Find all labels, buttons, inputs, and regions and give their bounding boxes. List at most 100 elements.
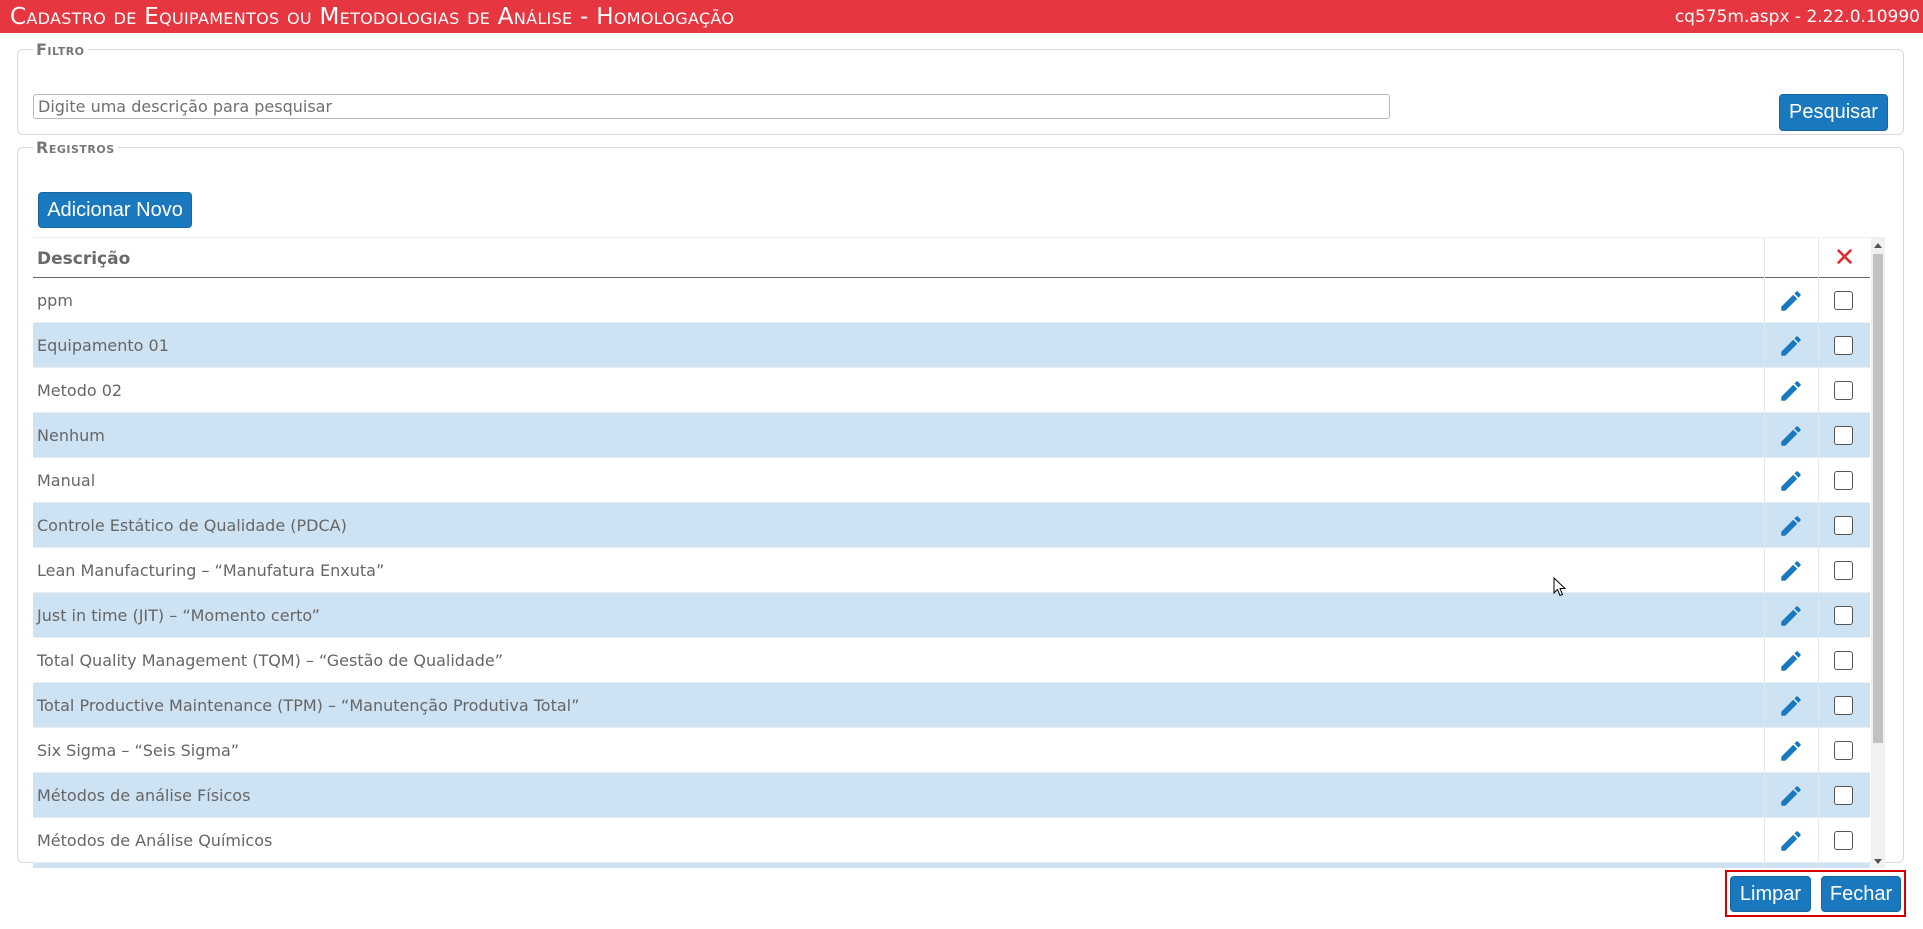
row-select-checkbox[interactable] (1834, 516, 1853, 535)
edit-pencil-icon[interactable] (1778, 693, 1804, 719)
table-row[interactable]: Métodos de análise Físicos (33, 773, 1870, 818)
row-descricao: Metodo 02 (37, 381, 123, 400)
vertical-scrollbar[interactable] (1871, 238, 1885, 868)
column-divider (1818, 863, 1819, 868)
grid-body: ppm Equipamento 01 Metodo 02 Nenhum Manual Co… (33, 278, 1870, 868)
column-divider (1818, 503, 1819, 548)
table-row[interactable]: Nenhum (33, 413, 1870, 458)
table-row[interactable]: Total Productive Maintenance (TPM) – “Ma… (33, 683, 1870, 728)
table-row[interactable]: Métodos de Análise Químicos (33, 818, 1870, 863)
edit-pencil-icon[interactable] (1778, 378, 1804, 404)
grid-header: Descrição ✕ (33, 238, 1870, 278)
table-row[interactable] (33, 863, 1870, 868)
filter-legend: Filtro (36, 40, 85, 59)
row-descricao: Métodos de Análise Químicos (37, 831, 273, 850)
column-divider (1764, 323, 1765, 368)
table-row[interactable]: Six Sigma – “Seis Sigma” (33, 728, 1870, 773)
row-select-checkbox[interactable] (1834, 741, 1853, 760)
edit-pencil-icon[interactable] (1778, 513, 1804, 539)
table-row[interactable]: Just in time (JIT) – “Momento certo” (33, 593, 1870, 638)
scroll-up-arrow-icon[interactable] (1874, 243, 1882, 248)
column-divider (1764, 773, 1765, 818)
records-legend: Registros (36, 138, 115, 157)
column-divider (1818, 548, 1819, 593)
column-header-descricao[interactable]: Descrição (37, 238, 130, 278)
row-select-checkbox[interactable] (1834, 651, 1853, 670)
column-divider (1818, 773, 1819, 818)
table-row[interactable]: Manual (33, 458, 1870, 503)
column-divider (1818, 278, 1819, 323)
column-divider (1764, 548, 1765, 593)
column-divider (1764, 863, 1765, 868)
column-divider (1818, 323, 1819, 368)
edit-pencil-icon[interactable] (1778, 738, 1804, 764)
search-input[interactable] (33, 94, 1390, 119)
filter-section: Filtro Pesquisar (17, 40, 1904, 135)
row-descricao: Lean Manufacturing – “Manufatura Enxuta” (37, 561, 385, 580)
title-bar: Cadastro de Equipamentos ou Metodologias… (0, 0, 1923, 33)
column-divider (1764, 638, 1765, 683)
edit-pencil-icon[interactable] (1778, 468, 1804, 494)
row-select-checkbox[interactable] (1834, 786, 1853, 805)
column-divider (1764, 503, 1765, 548)
table-row[interactable]: ppm (33, 278, 1870, 323)
edit-pencil-icon[interactable] (1778, 423, 1804, 449)
column-divider (1818, 413, 1819, 458)
table-row[interactable]: Metodo 02 (33, 368, 1870, 413)
column-divider (1818, 818, 1819, 863)
row-descricao: Six Sigma – “Seis Sigma” (37, 741, 240, 760)
row-select-checkbox[interactable] (1834, 606, 1853, 625)
edit-pencil-icon[interactable] (1778, 783, 1804, 809)
delete-selected-icon[interactable]: ✕ (1819, 238, 1870, 278)
edit-pencil-icon[interactable] (1778, 603, 1804, 629)
row-select-checkbox[interactable] (1834, 291, 1853, 310)
row-descricao: Total Productive Maintenance (TPM) – “Ma… (37, 696, 580, 715)
row-select-checkbox[interactable] (1834, 696, 1853, 715)
column-divider (1764, 238, 1765, 278)
add-new-button[interactable]: Adicionar Novo (38, 192, 192, 228)
row-descricao: Métodos de análise Físicos (37, 786, 251, 805)
row-descricao: ppm (37, 291, 73, 310)
row-select-checkbox[interactable] (1834, 561, 1853, 580)
column-divider (1764, 593, 1765, 638)
column-divider (1764, 278, 1765, 323)
row-descricao: Nenhum (37, 426, 105, 445)
column-divider (1764, 413, 1765, 458)
row-select-checkbox[interactable] (1834, 381, 1853, 400)
row-select-checkbox[interactable] (1834, 831, 1853, 850)
row-select-checkbox[interactable] (1834, 471, 1853, 490)
edit-pencil-icon[interactable] (1778, 333, 1804, 359)
records-grid: Descrição ✕ ppm Equipamento 01 Metodo 02 Ne… (33, 237, 1885, 868)
row-select-checkbox[interactable] (1834, 336, 1853, 355)
edit-pencil-icon[interactable] (1778, 288, 1804, 314)
close-button[interactable]: Fechar (1821, 876, 1901, 912)
column-divider (1818, 728, 1819, 773)
mouse-cursor-icon (1553, 577, 1567, 597)
table-row[interactable]: Lean Manufacturing – “Manufatura Enxuta” (33, 548, 1870, 593)
row-descricao: Total Quality Management (TQM) – “Gestão… (37, 651, 504, 670)
edit-pencil-icon[interactable] (1778, 828, 1804, 854)
scrollbar-thumb[interactable] (1873, 254, 1883, 743)
table-row[interactable]: Total Quality Management (TQM) – “Gestão… (33, 638, 1870, 683)
edit-pencil-icon[interactable] (1778, 648, 1804, 674)
search-button[interactable]: Pesquisar (1779, 94, 1888, 131)
column-divider (1818, 458, 1819, 503)
row-descricao: Just in time (JIT) – “Momento certo” (37, 606, 320, 625)
column-divider (1818, 368, 1819, 413)
row-descricao: Manual (37, 471, 96, 490)
column-divider (1764, 818, 1765, 863)
table-row[interactable]: Equipamento 01 (33, 323, 1870, 368)
row-select-checkbox[interactable] (1834, 426, 1853, 445)
column-divider (1764, 458, 1765, 503)
column-divider (1764, 728, 1765, 773)
column-divider (1764, 368, 1765, 413)
page-title: Cadastro de Equipamentos ou Metodologias… (10, 3, 735, 30)
column-divider (1818, 593, 1819, 638)
edit-pencil-icon[interactable] (1778, 558, 1804, 584)
row-descricao: Controle Estático de Qualidade (PDCA) (37, 516, 347, 535)
column-divider (1764, 683, 1765, 728)
table-row[interactable]: Controle Estático de Qualidade (PDCA) (33, 503, 1870, 548)
clear-button[interactable]: Limpar (1730, 876, 1811, 912)
scroll-down-arrow-icon[interactable] (1874, 859, 1882, 864)
records-section: Registros Adicionar Novo Descrição ✕ ppm… (17, 138, 1904, 868)
